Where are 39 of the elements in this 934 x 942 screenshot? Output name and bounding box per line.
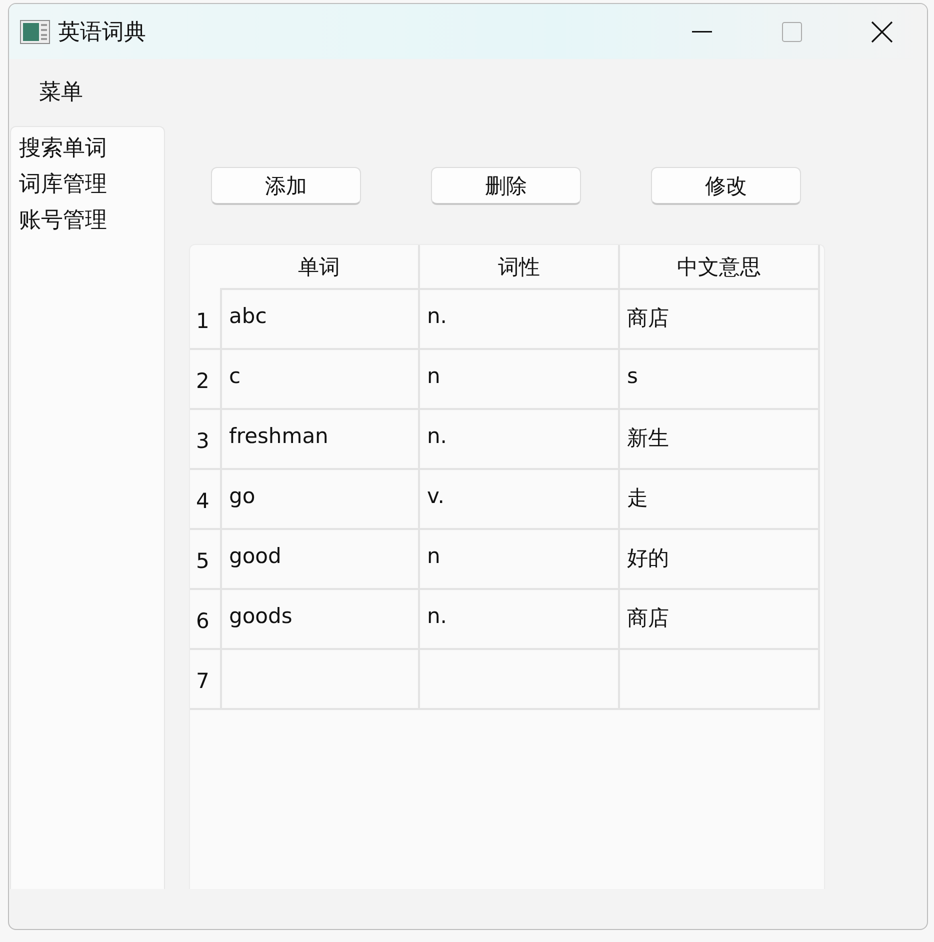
table-cell: freshman xyxy=(220,410,420,470)
sidebar-item[interactable]: 账号管理 xyxy=(19,203,164,239)
table-cell: s xyxy=(620,350,820,410)
row-number: 6 xyxy=(190,590,220,650)
row-number: 4 xyxy=(190,470,220,530)
row-number: 3 xyxy=(190,410,220,470)
column-header[interactable]: 单词 xyxy=(220,245,420,290)
row-number: 2 xyxy=(190,350,220,410)
table-cell: c xyxy=(220,350,420,410)
table-cell: v. xyxy=(420,470,620,530)
table-cell: n. xyxy=(420,410,620,470)
action-button[interactable]: 删除 xyxy=(431,167,581,205)
table-cell: 商店 xyxy=(620,290,820,350)
table-cell: go xyxy=(220,470,420,530)
table-cell: abc xyxy=(220,290,420,350)
row-number: 7 xyxy=(190,650,220,710)
action-button[interactable]: 添加 xyxy=(211,167,361,205)
table-cell: goods xyxy=(220,590,420,650)
window-title: 英语词典 xyxy=(58,18,146,46)
minimize-icon[interactable] xyxy=(692,30,712,32)
sidebar-item[interactable]: 搜索单词 xyxy=(19,131,164,167)
table-cell: n. xyxy=(420,290,620,350)
app-icon xyxy=(20,20,50,44)
table-cell: 新生 xyxy=(620,410,820,470)
row-number: 1 xyxy=(190,290,220,350)
table-cell: n xyxy=(420,350,620,410)
table-cell: n xyxy=(420,530,620,590)
column-header[interactable]: 中文意思 xyxy=(620,245,820,290)
action-button[interactable]: 修改 xyxy=(651,167,801,205)
table-cell: n. xyxy=(420,590,620,650)
table-cell: 好的 xyxy=(620,530,820,590)
table-cell: 走 xyxy=(620,470,820,530)
sidebar-item[interactable]: 词库管理 xyxy=(19,167,164,203)
close-icon[interactable] xyxy=(871,20,893,42)
menu-item[interactable]: 菜单 xyxy=(39,76,83,110)
table-cell: 商店 xyxy=(620,590,820,650)
table-cell: good xyxy=(220,530,420,590)
row-number: 5 xyxy=(190,530,220,590)
column-header[interactable]: 词性 xyxy=(420,245,620,290)
